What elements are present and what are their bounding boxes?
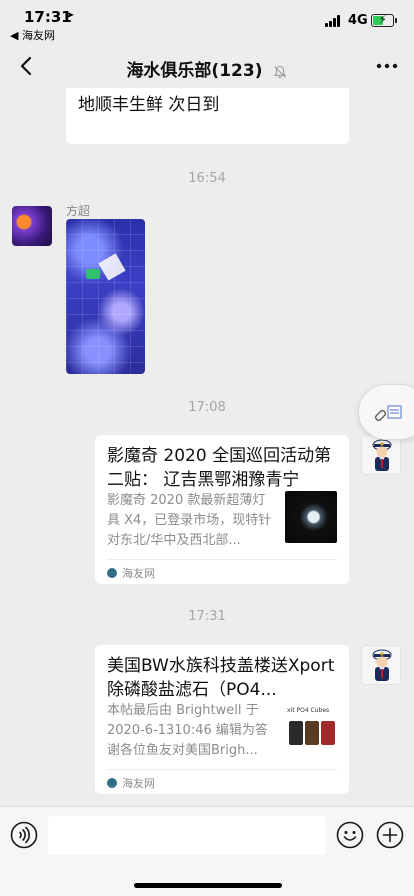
card-title: 美国BW水族科技盖楼送Xport除磷酸盐滤石（PO4... <box>107 656 335 700</box>
photo-tag <box>86 269 100 279</box>
source-logo-icon <box>107 568 117 578</box>
card-description: 本帖最后由 Brightwell 于 2020-6-1310:46 编辑为答谢各… <box>107 703 268 758</box>
voice-icon[interactable] <box>10 821 38 849</box>
network-label: 4G <box>348 13 368 28</box>
avatar[interactable] <box>361 645 401 685</box>
message-bubble[interactable]: 出软体买鱼，打包可研究价格，外地顺丰生鲜 次日到 <box>66 88 349 144</box>
chat-title: 海水俱乐部(123) <box>126 61 263 81</box>
card-source-label: 海友网 <box>122 567 155 580</box>
chat-nav-bar: 海水俱乐部(123) <box>0 44 414 88</box>
chat-title-area: 海水俱乐部(123) <box>0 56 414 81</box>
product-jar <box>321 721 335 745</box>
message-timestamp: 17:08 <box>188 400 226 415</box>
plus-icon[interactable] <box>376 821 404 849</box>
thumbnail-label: xit PO4 Cubes <box>287 707 330 714</box>
card-thumbnail: xit PO4 Cubes <box>285 701 337 753</box>
bell-muted-icon <box>273 65 286 78</box>
card-thumbnail <box>285 491 337 543</box>
message-input[interactable] <box>48 816 326 855</box>
card-source: 海友网 <box>107 565 155 581</box>
more-dots-icon[interactable] <box>374 56 400 76</box>
product-jar <box>305 721 319 745</box>
police-avatar-icon <box>372 439 392 471</box>
product-jar <box>289 721 303 745</box>
emoji-icon[interactable] <box>336 821 364 849</box>
chat-message-list[interactable]: 出软体买鱼，打包可研究价格，外地顺丰生鲜 次日到 16:54 方超 17:08 … <box>0 88 414 806</box>
police-avatar-icon <box>372 649 392 681</box>
card-source-label: 海友网 <box>122 777 155 790</box>
link-icon <box>375 405 402 421</box>
card-divider <box>107 769 337 770</box>
image-message[interactable] <box>66 219 145 374</box>
message-timestamp: 17:31 <box>188 609 226 624</box>
card-title: 影魔奇 2020 全国巡回活动第二贴： 辽吉黑鄂湘豫青宁 <box>107 446 332 490</box>
message-input-bar <box>0 806 414 896</box>
home-indicator <box>134 883 282 888</box>
status-bar: 17:31 ➤ ◀ 海友网 4G ⚡ <box>0 0 414 44</box>
card-divider <box>107 559 337 560</box>
battery-cap <box>395 18 397 23</box>
card-description: 影魔奇 2020 款最新超薄灯具 X4，已登录市场，现特针对东北/华中及西北部.… <box>107 493 272 548</box>
avatar[interactable] <box>12 206 52 246</box>
status-time: 17:31 <box>24 8 72 26</box>
location-arrow-icon: ➤ <box>66 10 75 21</box>
back-to-app-link[interactable]: ◀ 海友网 <box>10 27 55 43</box>
charging-icon: ⚡ <box>379 13 387 26</box>
message-text: 出软体买鱼，打包可研究价格，外地顺丰生鲜 次日到 <box>78 88 333 115</box>
message-timestamp: 16:54 <box>188 171 226 186</box>
photo-tag-label <box>98 253 126 281</box>
signal-icon <box>325 15 343 27</box>
link-card[interactable]: 影魔奇 2020 全国巡回活动第二贴： 辽吉黑鄂湘豫青宁 影魔奇 2020 款最… <box>95 435 349 584</box>
card-source: 海友网 <box>107 775 155 791</box>
sender-name: 方超 <box>66 204 91 218</box>
floating-shortcut-widget[interactable] <box>358 384 414 440</box>
link-card[interactable]: 美国BW水族科技盖楼送Xport除磷酸盐滤石（PO4... 本帖最后由 Brig… <box>95 645 349 794</box>
source-logo-icon <box>107 778 117 788</box>
